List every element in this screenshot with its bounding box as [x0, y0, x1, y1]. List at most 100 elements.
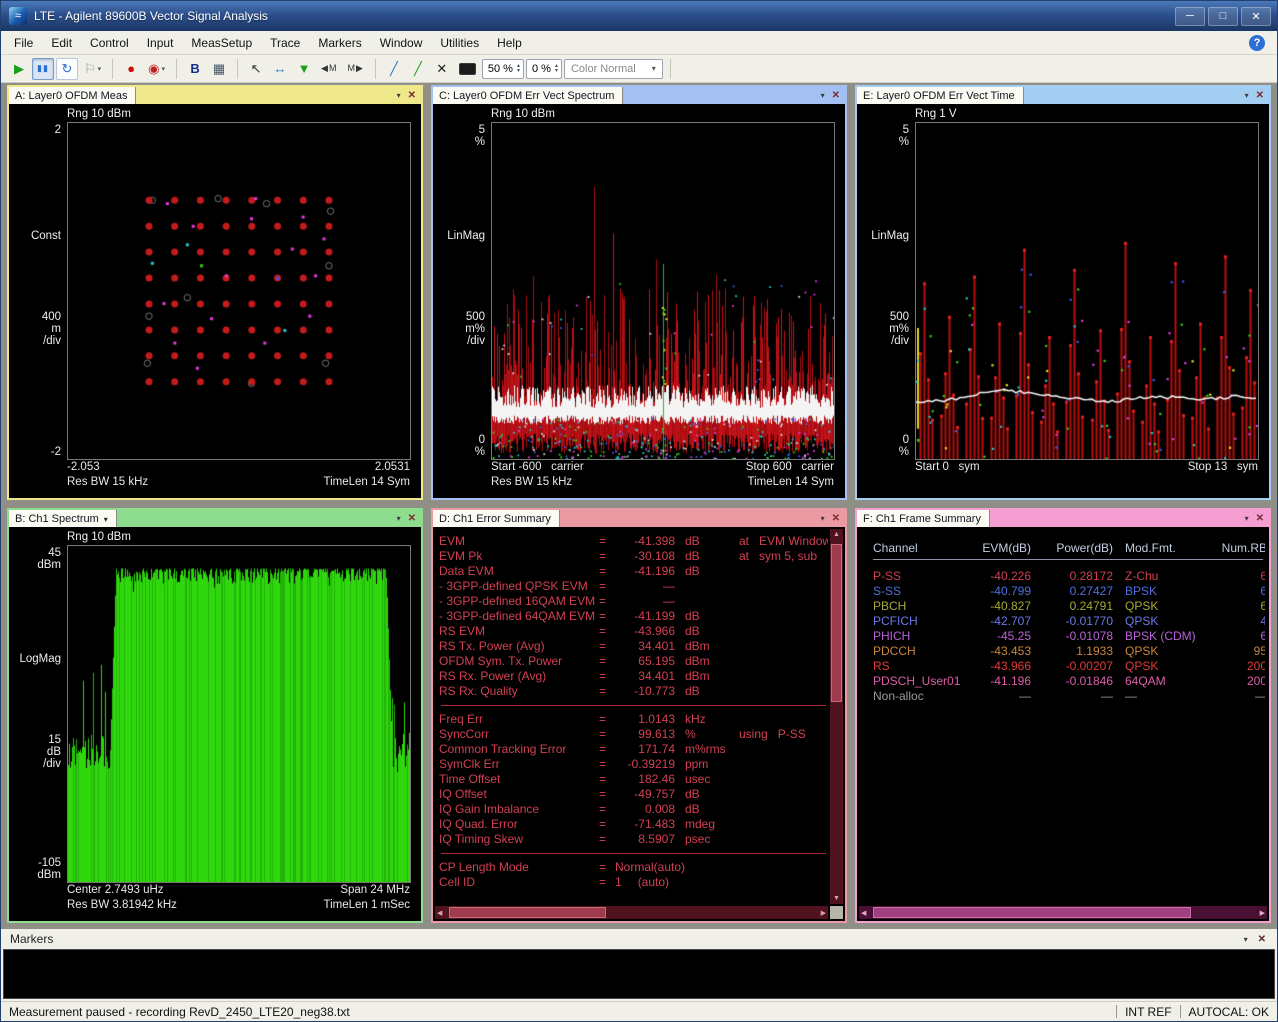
help-icon[interactable]: ?	[1249, 35, 1265, 51]
pause-button[interactable]: ▮▮	[32, 58, 54, 80]
scrollbar-thumb[interactable]	[831, 544, 842, 702]
recording-player-button[interactable]: ◉▾	[144, 58, 169, 80]
scale-percent-spinner[interactable]: 50 %▴▾	[482, 59, 524, 79]
trace-line-green-button[interactable]: ╱	[407, 58, 429, 80]
close-button[interactable]: ✕	[1241, 7, 1271, 26]
range-label: Rng 1 V	[915, 106, 1267, 122]
x-right-label: Stop 13 sym	[1188, 460, 1258, 475]
menu-item-control[interactable]: Control	[81, 33, 138, 53]
y-min-label: -105 dBm	[37, 857, 61, 881]
color-scheme-dropdown[interactable]: Color Normal▾	[564, 59, 663, 79]
panel-f-frame-summary: F: Ch1 Frame Summary ▾ ✕ Channel EVM(dB)…	[855, 508, 1271, 923]
menu-item-utilities[interactable]: Utilities	[431, 33, 488, 53]
menu-item-window[interactable]: Window	[371, 33, 432, 53]
panel-close-icon[interactable]: ✕	[832, 513, 840, 524]
frame-summary-row: PDSCH_User01-41.196-0.0184664QAM200	[873, 674, 1265, 689]
axis-scale-button[interactable]: ↔	[269, 58, 291, 80]
panel-f-tab[interactable]: F: Ch1 Frame Summary	[857, 510, 990, 527]
panel-close-icon[interactable]: ✕	[832, 90, 840, 101]
panel-menu-icon[interactable]: ▾	[1245, 514, 1249, 523]
toolbar-separator	[237, 59, 238, 79]
peak-search-button[interactable]: ▼	[293, 58, 315, 80]
y-format-label: LinMag	[871, 230, 909, 242]
evm-spectrum-canvas[interactable]	[492, 123, 834, 459]
panel-b-tab[interactable]: B: Ch1 Spectrum ▾	[9, 510, 117, 527]
panel-f-title: F: Ch1 Frame Summary	[863, 513, 981, 525]
panel-b-title: B: Ch1 Spectrum	[15, 513, 99, 525]
record-button[interactable]: ●	[120, 58, 142, 80]
offset-percent-spinner[interactable]: 0 %▴▾	[526, 59, 562, 79]
scrollbar-thumb[interactable]	[873, 907, 1191, 918]
panel-close-icon[interactable]: ✕	[408, 90, 416, 101]
panel-menu-icon[interactable]: ▾	[821, 514, 825, 523]
toolbar: ▶▮▮↻⚐▾●◉▾B▦↖↔▼◀MM▶╱╱✕50 %▴▾0 %▴▾Color No…	[1, 55, 1277, 83]
play-button[interactable]: ▶	[8, 58, 30, 80]
summary-row: CP Length Mode=Normal(auto)	[439, 860, 828, 875]
pointer-tool-button[interactable]: ↖	[245, 58, 267, 80]
y-perdiv-label: 400 m /div	[42, 311, 61, 347]
panel-c-tab[interactable]: C: Layer0 OFDM Err Vect Spectrum	[433, 87, 623, 104]
panel-d-tab[interactable]: D: Ch1 Error Summary	[433, 510, 560, 527]
summary-row: Freq Err=1.0143kHz	[439, 712, 828, 727]
panel-close-icon[interactable]: ✕	[408, 513, 416, 524]
panel-d-header: D: Ch1 Error Summary ▾ ✕	[433, 510, 845, 527]
tab-dropdown-icon[interactable]: ▾	[104, 515, 108, 524]
minimize-button[interactable]: ─	[1175, 7, 1205, 26]
window-layout-button[interactable]: ▦	[208, 58, 230, 80]
panel-menu-icon[interactable]: ▾	[397, 91, 401, 100]
constellation-canvas[interactable]	[68, 123, 410, 459]
spectrum-plot	[67, 545, 411, 883]
timelen-label: TimeLen 14 Sym	[324, 475, 411, 490]
col-modfmt: Mod.Fmt.	[1125, 541, 1221, 556]
summary-row: SyncCorr=99.613%using P-SS	[439, 727, 828, 742]
marker-prev-button[interactable]: ◀M	[317, 58, 341, 80]
x-right-label: Stop 600 carrier	[746, 460, 834, 475]
summary-row: OFDM Sym. Tx. Power=65.195dBm	[439, 654, 828, 669]
col-numrb: Num.RB	[1221, 541, 1265, 556]
panel-menu-icon[interactable]: ▾	[821, 91, 825, 100]
scrollbar-thumb[interactable]	[449, 907, 606, 918]
display-icon	[459, 63, 476, 75]
status-message: Measurement paused - recording RevD_2450…	[9, 1005, 1108, 1019]
menu-item-trace[interactable]: Trace	[261, 33, 309, 53]
panel-a-tab[interactable]: A: Layer0 OFDM Meas	[9, 87, 136, 104]
markers-title: Markers	[10, 932, 53, 946]
summary-row: IQ Timing Skew=8.5907psec	[439, 832, 828, 847]
menu-item-help[interactable]: Help	[488, 33, 531, 53]
panel-e-tab[interactable]: E: Layer0 OFDM Err Vect Time	[857, 87, 1024, 104]
restart-button[interactable]: ↻	[56, 58, 78, 80]
math-button[interactable]: ✕	[431, 58, 453, 80]
spectrum-canvas[interactable]	[68, 546, 410, 882]
menu-item-edit[interactable]: Edit	[42, 33, 81, 53]
panel-menu-icon[interactable]: ▾	[397, 514, 401, 523]
menu-item-markers[interactable]: Markers	[309, 33, 370, 53]
title-bar: ≈ LTE - Agilent 89600B Vector Signal Ana…	[1, 1, 1277, 31]
menu-item-meassetup[interactable]: MeasSetup	[182, 33, 261, 53]
display-button[interactable]	[455, 58, 480, 80]
markers-menu-icon[interactable]: ▾	[1244, 935, 1248, 944]
range-label: Rng 10 dBm	[67, 106, 419, 122]
window-b-button[interactable]: B	[184, 58, 206, 80]
panel-close-icon[interactable]: ✕	[1256, 90, 1264, 101]
panel-menu-icon[interactable]: ▾	[1245, 91, 1249, 100]
y-format-label: Const	[31, 230, 61, 242]
markers-panel: Markers ▾ ✕	[1, 929, 1277, 1001]
y-perdiv-label: 500 m% /div	[889, 311, 909, 347]
trace-line-blue-button[interactable]: ╱	[383, 58, 405, 80]
y-min-label: 0 %	[475, 434, 485, 458]
panel-d-error-summary: D: Ch1 Error Summary ▾ ✕ EVM=-41.398dBat…	[431, 508, 847, 923]
y-max-label: 5 %	[899, 124, 909, 148]
timelen-label: TimeLen 14 Sym	[748, 475, 835, 490]
horizontal-scrollbar[interactable]: ◀▶	[859, 906, 1267, 919]
horizontal-scrollbar[interactable]: ◀▶	[435, 906, 828, 919]
range-label: Rng 10 dBm	[491, 106, 843, 122]
vertical-scrollbar[interactable]: ▲▼	[830, 529, 843, 904]
markers-close-icon[interactable]: ✕	[1258, 934, 1266, 945]
evm-time-canvas[interactable]	[916, 123, 1258, 459]
maximize-button[interactable]: □	[1208, 7, 1238, 26]
sweep-mode-button[interactable]: ⚐▾	[80, 58, 105, 80]
menu-item-input[interactable]: Input	[138, 33, 183, 53]
menu-item-file[interactable]: File	[5, 33, 42, 53]
panel-close-icon[interactable]: ✕	[1256, 513, 1264, 524]
marker-next-button[interactable]: M▶	[343, 58, 367, 80]
